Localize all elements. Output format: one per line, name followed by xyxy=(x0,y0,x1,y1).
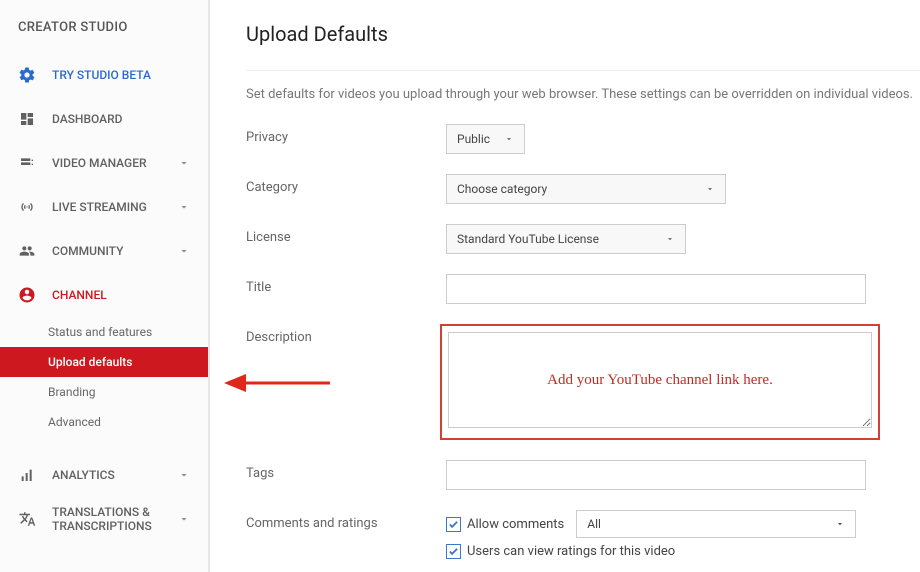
sub-item-label: Status and features xyxy=(48,325,152,339)
page-description: Set defaults for videos you upload throu… xyxy=(246,70,920,102)
channel-icon xyxy=(18,286,36,304)
caret-down-icon xyxy=(665,234,675,244)
translate-icon xyxy=(18,510,36,528)
sidebar-item-translations[interactable]: TRANSLATIONS & TRANSCRIPTIONS xyxy=(0,497,208,541)
sub-item-label: Upload defaults xyxy=(48,355,132,369)
gear-icon xyxy=(18,66,36,84)
sub-item-upload-defaults[interactable]: Upload defaults xyxy=(0,347,208,377)
channel-sub-items: Status and features Upload defaults Bran… xyxy=(0,317,208,437)
sidebar-item-community[interactable]: COMMUNITY xyxy=(0,229,208,273)
select-value: Choose category xyxy=(457,182,547,196)
sub-item-label: Advanced xyxy=(48,415,101,429)
ratings-checkbox[interactable] xyxy=(446,544,461,559)
caret-down-icon xyxy=(504,134,514,144)
sidebar-item-analytics[interactable]: ANALYTICS xyxy=(0,453,208,497)
sidebar-item-video-manager[interactable]: VIDEO MANAGER xyxy=(0,141,208,185)
sub-item-branding[interactable]: Branding xyxy=(0,377,208,407)
sidebar-item-live-streaming[interactable]: LIVE STREAMING xyxy=(0,185,208,229)
select-value: All xyxy=(587,517,601,531)
sidebar-item-label: CHANNEL xyxy=(52,288,107,302)
description-input[interactable] xyxy=(448,332,872,428)
sub-item-advanced[interactable]: Advanced xyxy=(0,407,208,437)
page-title: Upload Defaults xyxy=(246,22,920,46)
sidebar-title: CREATOR STUDIO xyxy=(0,20,208,53)
live-icon xyxy=(18,198,36,216)
title-input[interactable] xyxy=(446,274,866,304)
analytics-icon xyxy=(18,466,36,484)
sidebar-item-channel[interactable]: CHANNEL xyxy=(0,273,208,317)
license-select[interactable]: Standard YouTube License xyxy=(446,224,686,254)
dashboard-icon xyxy=(18,110,36,128)
comments-option-select[interactable]: All xyxy=(576,510,856,538)
label-title: Title xyxy=(246,274,446,295)
allow-comments-label: Allow comments xyxy=(467,517,564,532)
sidebar-item-label: COMMUNITY xyxy=(52,244,123,258)
label-tags: Tags xyxy=(246,460,446,481)
label-comments: Comments and ratings xyxy=(246,510,446,531)
sidebar-item-label: TRY STUDIO BETA xyxy=(52,68,151,82)
main-panel: Upload Defaults Set defaults for videos … xyxy=(210,0,920,572)
label-category: Category xyxy=(246,174,446,195)
label-description: Description xyxy=(246,324,440,345)
sidebar: CREATOR STUDIO TRY STUDIO BETA DASHBOARD… xyxy=(0,0,210,572)
sidebar-item-label: TRANSLATIONS & TRANSCRIPTIONS xyxy=(52,505,178,534)
select-value: Public xyxy=(457,132,490,146)
sidebar-item-label: DASHBOARD xyxy=(52,112,123,126)
sidebar-item-label: ANALYTICS xyxy=(52,468,115,482)
chevron-down-icon xyxy=(178,157,190,169)
sidebar-item-label: VIDEO MANAGER xyxy=(52,156,147,170)
chevron-down-icon xyxy=(178,469,190,481)
community-icon xyxy=(18,242,36,260)
chevron-down-icon xyxy=(178,201,190,213)
description-highlight-box: Add your YouTube channel link here. xyxy=(440,324,880,440)
privacy-select[interactable]: Public xyxy=(446,124,525,154)
sub-item-status[interactable]: Status and features xyxy=(0,317,208,347)
label-privacy: Privacy xyxy=(246,124,446,145)
chevron-down-icon xyxy=(178,513,190,525)
allow-comments-checkbox[interactable] xyxy=(446,517,461,532)
select-value: Standard YouTube License xyxy=(457,232,599,246)
sidebar-item-label: LIVE STREAMING xyxy=(52,200,147,214)
caret-down-icon xyxy=(705,184,715,194)
tags-input[interactable] xyxy=(446,460,866,490)
sidebar-item-try-beta[interactable]: TRY STUDIO BETA xyxy=(0,53,208,97)
caret-down-icon xyxy=(835,519,845,529)
sub-item-label: Branding xyxy=(48,385,96,399)
category-select[interactable]: Choose category xyxy=(446,174,726,204)
video-manager-icon xyxy=(18,154,36,172)
ratings-label: Users can view ratings for this video xyxy=(467,544,675,559)
chevron-down-icon xyxy=(178,245,190,257)
label-license: License xyxy=(246,224,446,245)
sidebar-item-dashboard[interactable]: DASHBOARD xyxy=(0,97,208,141)
